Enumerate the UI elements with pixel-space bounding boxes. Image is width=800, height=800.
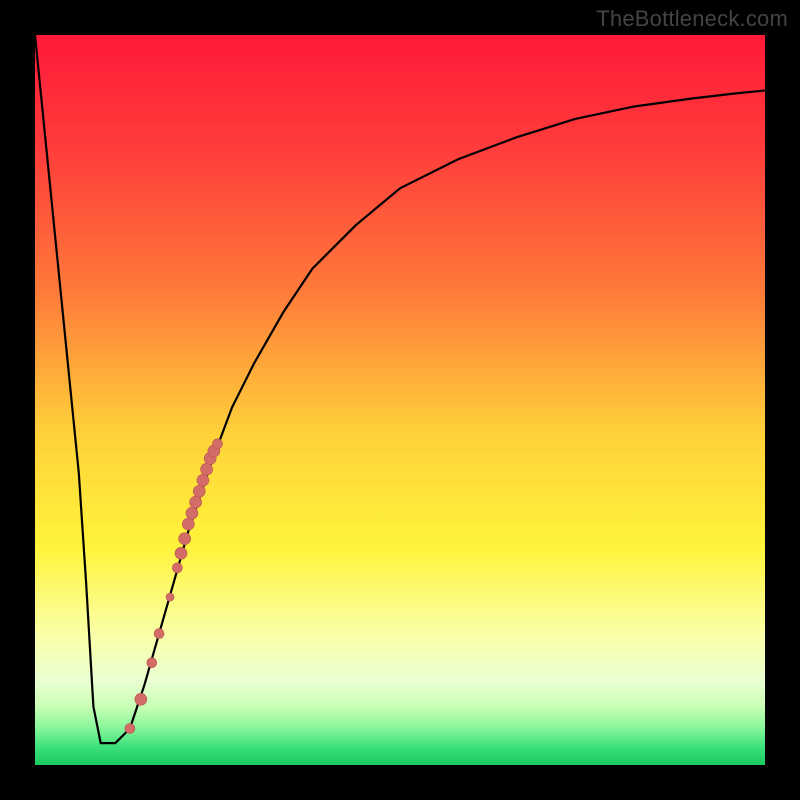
curve-layer bbox=[35, 35, 765, 765]
data-point bbox=[172, 563, 182, 573]
data-point bbox=[166, 593, 174, 601]
data-point bbox=[190, 496, 202, 508]
data-point bbox=[154, 629, 164, 639]
bottleneck-curve bbox=[35, 35, 765, 743]
watermark-text: TheBottleneck.com bbox=[596, 6, 788, 32]
data-point bbox=[201, 463, 213, 475]
data-point bbox=[179, 533, 191, 545]
data-point bbox=[197, 474, 209, 486]
chart-frame: TheBottleneck.com bbox=[0, 0, 800, 800]
data-point bbox=[175, 547, 187, 559]
data-point bbox=[186, 507, 198, 519]
data-point bbox=[182, 518, 194, 530]
data-point bbox=[125, 724, 135, 734]
plot-area bbox=[35, 35, 765, 765]
data-point bbox=[135, 693, 147, 705]
data-point bbox=[147, 658, 157, 668]
data-point bbox=[213, 439, 223, 449]
data-point bbox=[193, 485, 205, 497]
